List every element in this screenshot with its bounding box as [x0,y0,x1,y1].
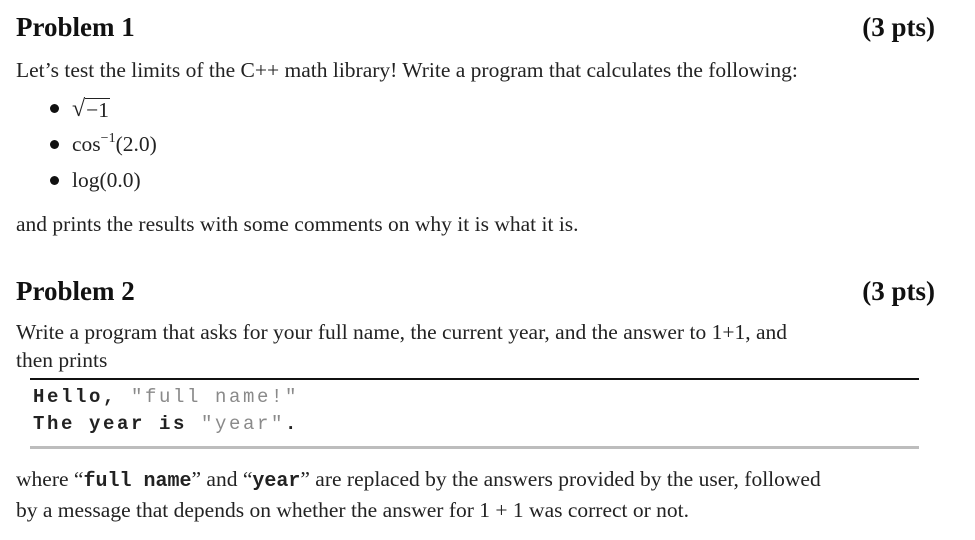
problem-2-title: Problem 2 [16,276,135,306]
code-text: . [285,413,300,435]
problem-1-intro: Let’s test the limits of the C++ math li… [16,58,798,82]
problem-1-outro: and prints the results with some comment… [16,212,579,236]
problem-2-intro-line-1: Write a program that asks for your full … [16,320,787,344]
radicand: −1 [85,97,111,122]
inline-code: year [252,470,301,493]
list-item: cos−1(2.0) [50,126,157,162]
list-item: log(0.0) [50,162,157,198]
problem-1-title: Problem 1 [16,12,135,42]
inline-code: full name [83,470,192,493]
problem-1-points: (3 pts) [862,12,935,42]
sqrt-expression: √ −1 [72,95,111,122]
problem-2-outro-line-2: by a message that depends on whether the… [16,498,690,522]
problem-2-intro-line-2: then prints [16,348,108,372]
bullet-icon [50,103,59,113]
problem-2-intro: Write a program that asks for your full … [16,318,938,374]
bullet-icon [50,175,59,185]
problem-1-list: √ −1 cos−1(2.0) log(0.0) [50,90,157,198]
text: where “ [16,467,84,491]
text: ” are replaced by the answers provided b… [300,467,821,491]
code-text: The year is [33,413,202,435]
radical-sign-icon: √ [72,95,86,122]
text: ” and “ [191,467,253,491]
list-item: √ −1 [50,90,157,126]
problem-2-outro: where “full name” and “year” are replace… [16,465,938,524]
code-placeholder: "full name!" [131,386,300,408]
code-line-2: The year is "year". [33,413,299,435]
func-name: cos [72,132,101,156]
code-placeholder: "year" [201,413,286,435]
problem-2-points: (3 pts) [862,276,935,306]
code-line-1: Hello, "full name!" [33,386,299,408]
code-text: Hello, [33,386,132,408]
problem-2-heading: Problem 2 (3 pts) [16,276,935,307]
problem-2-outro-line-1: where “full name” and “year” are replace… [16,465,938,496]
code-output-block: Hello, "full name!" The year is "year". [30,378,919,449]
arccos-expression: cos−1(2.0) [72,126,157,162]
superscript: −1 [100,131,116,146]
bullet-icon [50,139,59,149]
log-expression: log(0.0) [72,168,141,192]
problem-1-heading: Problem 1 (3 pts) [16,12,935,43]
func-arg: (2.0) [115,132,157,156]
